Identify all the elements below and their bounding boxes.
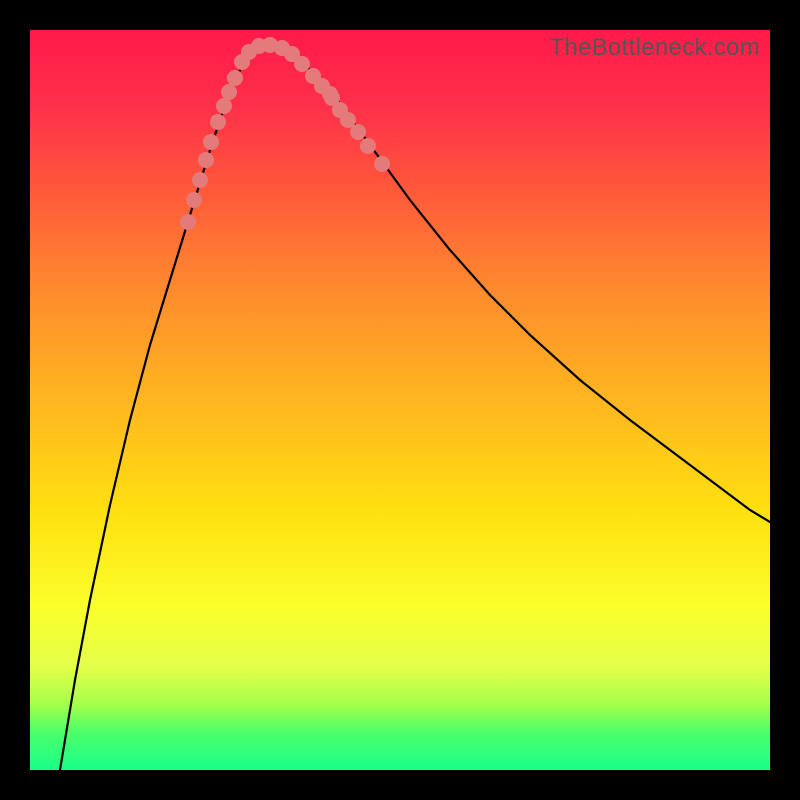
bottleneck-curve — [60, 45, 770, 770]
data-marker — [192, 172, 208, 188]
data-marker — [180, 214, 196, 230]
plot-area: TheBottleneck.com — [30, 30, 770, 770]
data-marker — [203, 134, 219, 150]
data-marker — [216, 98, 232, 114]
data-marker — [198, 152, 214, 168]
chart-frame: TheBottleneck.com — [0, 0, 800, 800]
data-marker — [227, 70, 243, 86]
data-markers — [180, 37, 390, 230]
curve-svg — [30, 30, 770, 770]
data-marker — [294, 56, 310, 72]
data-marker — [374, 156, 390, 172]
data-marker — [221, 84, 237, 100]
data-marker — [186, 192, 202, 208]
data-marker — [210, 114, 226, 130]
data-marker — [324, 90, 340, 106]
data-marker — [360, 138, 376, 154]
data-marker — [340, 112, 356, 128]
